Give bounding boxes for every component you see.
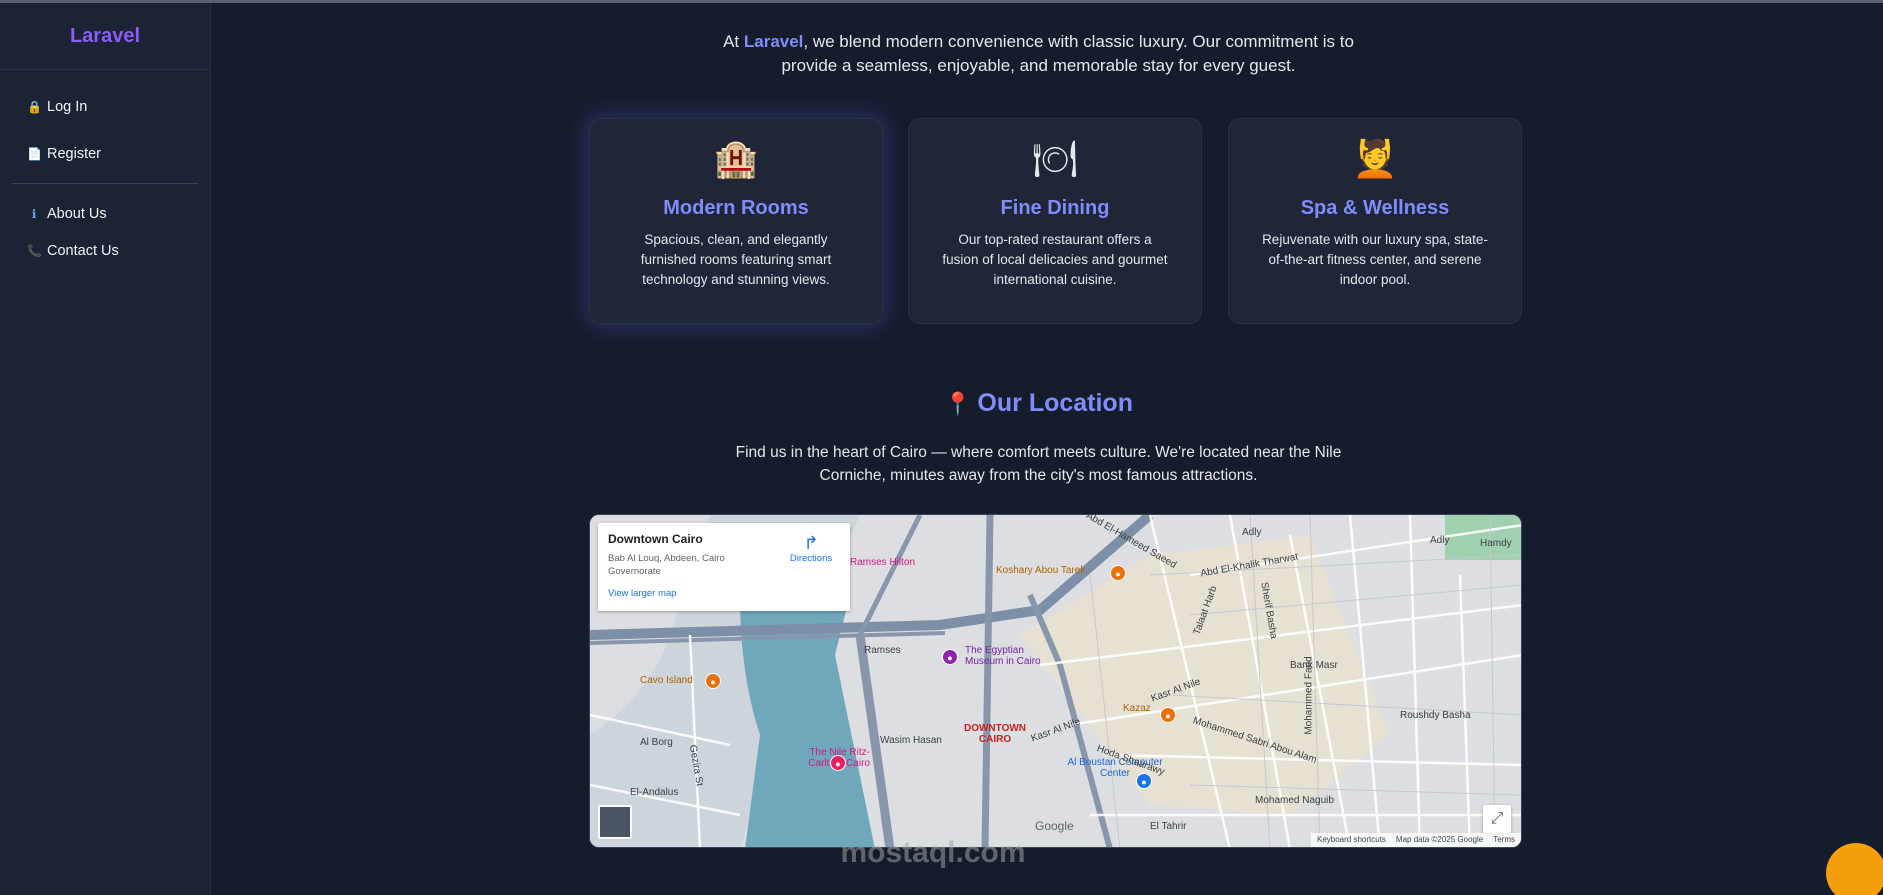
feature-description: Our top-rated restaurant offers a fusion…: [942, 232, 1168, 287]
fullscreen-icon[interactable]: ⤢: [1483, 805, 1511, 833]
map-label-downtown[interactable]: DOWNTOWN CAIRO: [955, 723, 1035, 745]
map-label-mohamed-naguib: Mohamed Naguib: [1255, 795, 1334, 806]
feature-title: Modern Rooms: [663, 197, 809, 219]
feature-description: Spacious, clean, and elegantly furnished…: [640, 232, 832, 287]
map-label-cavo-island[interactable]: Cavo Island: [640, 675, 693, 686]
directions-arrow-icon: ↱: [803, 533, 819, 553]
restaurant-pin-icon[interactable]: ●: [1110, 565, 1126, 581]
feature-description: Rejuvenate with our luxury spa, state-of…: [1262, 232, 1488, 287]
info-icon: ℹ: [31, 207, 37, 221]
location-description: Find us in the heart of Cairo — where co…: [735, 444, 1342, 484]
map-label-el-andalus: El-Andalus: [630, 787, 679, 798]
map-label-mohammed-farid: Mohammed Farid: [1303, 656, 1315, 735]
sidebar: Laravel 🔒 Log In 📄 Register ℹ About Us 📞…: [0, 3, 211, 895]
google-map[interactable]: Ramses Hilton ● Koshary Abou Tarek ● The…: [589, 514, 1522, 848]
feature-title: Spa & Wellness: [1300, 197, 1450, 219]
feature-card-spa-wellness: 💆 Spa & Wellness Rejuvenate with our lux…: [1228, 118, 1522, 324]
map-label-al-borg: Al Borg: [640, 737, 673, 748]
map-label-hamdy: Hamdy: [1480, 538, 1512, 549]
map-label-roushdy-basha: Roushdy Basha: [1400, 710, 1471, 721]
watermark: mostaql.com: [211, 836, 1883, 870]
map-label-wasim-hasan: Wasim Hasan: [880, 735, 942, 746]
intro-brand-highlight: Laravel: [743, 32, 804, 51]
location-heading: 📍 Our Location: [711, 389, 1366, 418]
pin-icon: 📍: [944, 391, 972, 416]
map-label-ritz-carlton[interactable]: The Nile Ritz-Carlton, Cairo: [780, 747, 870, 769]
intro-prefix: At: [723, 32, 744, 51]
main-content: At Laravel, we blend modern convenience …: [211, 3, 1883, 895]
map-label-ramses-hilton[interactable]: Ramses Hilton: [850, 557, 915, 568]
satellite-toggle-thumbnail[interactable]: [598, 805, 632, 839]
phone-icon: 📞: [27, 244, 42, 258]
sidebar-item-register[interactable]: 📄 Register: [0, 142, 210, 166]
map-label-el-tahrir: El Tahrir: [1150, 821, 1187, 832]
map-place-address: Bab Al Louq, Abdeen, Cairo Governorate: [608, 553, 725, 577]
spa-icon: 💆: [1352, 138, 1398, 179]
map-label-ramses-street: Ramses: [864, 645, 901, 656]
feature-title: Fine Dining: [1000, 197, 1110, 219]
sidebar-item-contact[interactable]: 📞 Contact Us: [0, 239, 210, 263]
map-label-koshary[interactable]: Koshary Abou Tarek: [996, 565, 1085, 576]
sidebar-item-label: Log In: [47, 99, 88, 115]
museum-pin-icon[interactable]: ●: [942, 649, 958, 665]
map-label-kazaz[interactable]: Kazaz: [1123, 703, 1151, 714]
feature-card-modern-rooms: 🏨 Modern Rooms Spacious, clean, and eleg…: [589, 118, 883, 324]
view-larger-map-link[interactable]: View larger map: [608, 588, 840, 599]
intro-suffix: , we blend modern convenience with class…: [781, 32, 1354, 75]
sidebar-item-about[interactable]: ℹ About Us: [0, 202, 210, 226]
map-place-card: Downtown Cairo Bab Al Louq, Abdeen, Cair…: [598, 523, 850, 611]
intro-paragraph: At Laravel, we blend modern convenience …: [711, 30, 1366, 78]
shopping-pin-icon[interactable]: ●: [1136, 773, 1152, 789]
map-label-adly-2: Adly: [1430, 535, 1450, 546]
sidebar-item-label: About Us: [47, 206, 107, 222]
watermark-text: mostaql.com: [840, 836, 1026, 869]
map-label-adly: Adly: [1242, 527, 1262, 538]
feature-card-fine-dining: 🍽 Fine Dining Our top-rated restaurant o…: [908, 118, 1202, 324]
sidebar-item-label: Contact Us: [47, 243, 119, 259]
hotel-pin-icon[interactable]: ●: [830, 755, 846, 771]
directions-button[interactable]: ↱ Directions: [786, 533, 836, 564]
restaurant-pin-icon[interactable]: ●: [705, 673, 721, 689]
directions-label: Directions: [789, 553, 833, 564]
register-icon: 📄: [27, 147, 42, 161]
lock-icon: 🔒: [27, 100, 42, 114]
map-label-egyptian-museum[interactable]: The Egyptian Museum in Cairo: [965, 645, 1065, 667]
sidebar-item-login[interactable]: 🔒 Log In: [0, 95, 210, 119]
restaurant-pin-icon[interactable]: ●: [1160, 707, 1176, 723]
google-logo: Google: [1035, 819, 1074, 833]
plate-icon: 🍽: [1032, 138, 1078, 179]
brand-logo[interactable]: Laravel: [0, 3, 210, 70]
location-title-text: Our Location: [977, 389, 1133, 417]
chat-widget-button[interactable]: [1826, 843, 1883, 895]
sidebar-item-label: Register: [47, 146, 101, 162]
hotel-icon: 🏨: [713, 138, 759, 179]
